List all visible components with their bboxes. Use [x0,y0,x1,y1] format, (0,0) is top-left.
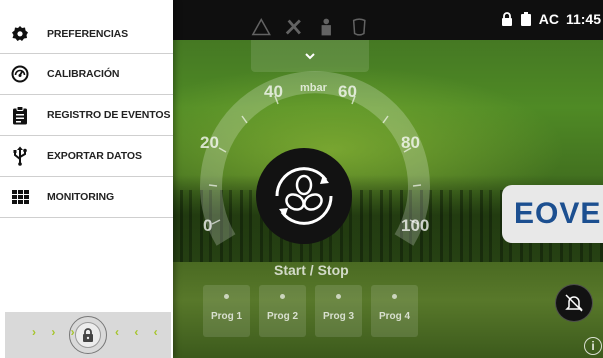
usb-icon [9,145,31,167]
lock-status-icon [501,12,512,26]
menu-item-monitoring[interactable]: MONITORING [0,177,173,218]
alarm-status-icons [251,14,369,40]
clock-time: 11:45 [565,11,601,27]
gauge-label-60: 60 [338,82,357,101]
bell-off-icon [565,294,583,312]
menu-item-calibracion[interactable]: CALIBRACIÓN [0,54,173,95]
gauge-icon [9,63,31,85]
menu-item-label: EXPORTAR DATOS [47,150,142,162]
clipboard-icon [9,104,31,126]
lock-ring [69,316,107,354]
fan-icon [275,167,333,225]
menu-item-label: MONITORING [47,191,115,203]
menu-item-label: PREFERENCIAS [47,27,129,40]
power-source-text: AC [538,11,559,27]
menu-item-label: REGISTRO DE EVENTOS [47,109,171,121]
info-button[interactable]: i [584,337,602,355]
gauge-label-20: 20 [200,133,219,152]
slide-arrows-right: ‹ ‹ ‹ [115,325,164,339]
gauge-label-80: 80 [401,133,420,152]
program-3-button[interactable]: Prog 3 [315,285,362,337]
program-1-label: Prog 1 [210,311,243,322]
gear-icon [9,23,31,45]
gauge-label-0: 0 [203,216,213,235]
program-3-label: Prog 3 [322,311,355,322]
mask-icon [352,18,366,36]
program-2-label: Prog 2 [266,311,299,322]
program-1-button[interactable]: Prog 1 [203,285,250,337]
program-2-button[interactable]: Prog 2 [259,285,306,337]
menu-item-preferencias[interactable]: PREFERENCIAS [0,14,173,54]
program-buttons: Prog 1 Prog 2 Prog 3 Prog 4 [203,285,418,337]
battery-icon [520,12,531,26]
start-stop-label: Start / Stop [274,262,349,278]
lock-icon [83,328,93,342]
unlock-slider-handle[interactable] [75,322,101,348]
patient-icon [321,18,331,36]
alarm-silence-button[interactable] [555,284,593,322]
menu-item-label: CALIBRACIÓN [47,68,120,80]
warning-triangle-icon [251,18,271,36]
gauge-unit: mbar [300,82,327,94]
tools-icon [285,19,301,35]
system-status: AC 11:45 [501,11,601,27]
gauge-label-40: 40 [264,82,283,101]
menu-item-exportar-datos[interactable]: EXPORTAR DATOS [0,136,173,177]
unlock-slider[interactable]: › › › ‹ ‹ ‹ [5,312,171,358]
chevron-down-icon [305,52,315,59]
menu-item-registro-de-eventos[interactable]: REGISTRO DE EVENTOS [0,95,173,136]
program-4-button[interactable]: Prog 4 [371,285,418,337]
eove-logo: EOVE [502,185,603,243]
side-menu-drawer: PREFERENCIAS CALIBRACIÓN REGISTRO DE EVE… [0,0,173,358]
gauge-label-100: 100 [401,216,430,235]
logo-text: EOVE [514,197,602,230]
grid-icon [9,186,31,208]
start-stop-fan-button[interactable] [256,148,352,244]
program-4-label: Prog 4 [378,311,411,322]
